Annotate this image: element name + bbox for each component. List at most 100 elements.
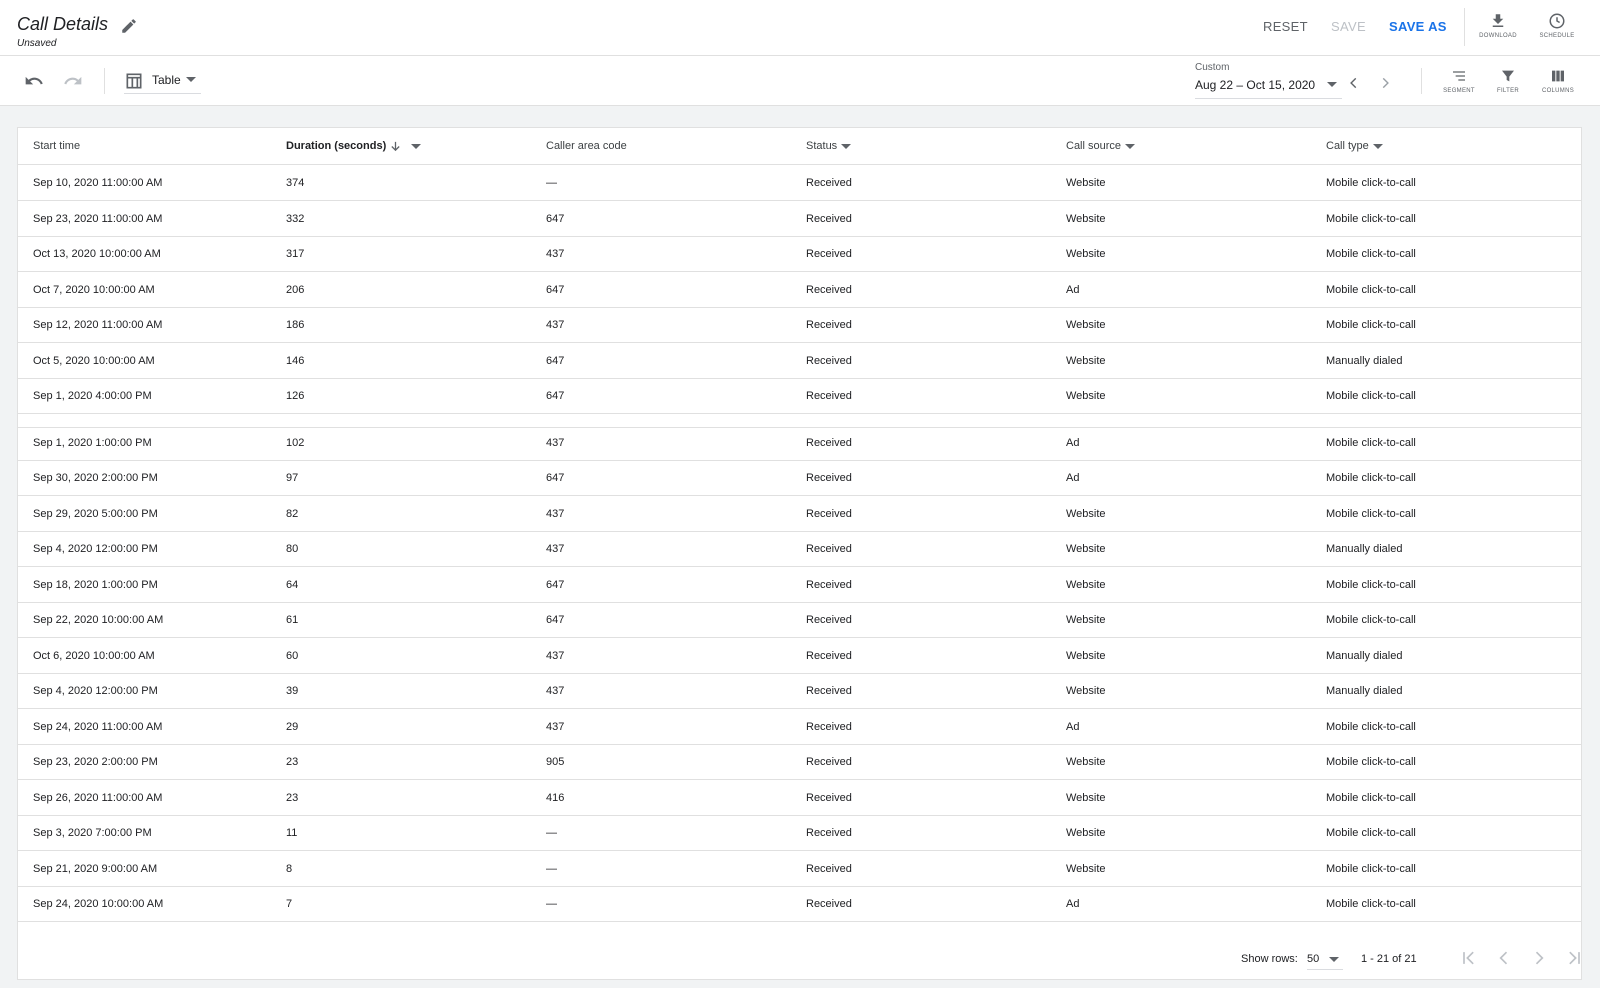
table-row[interactable]: Oct 5, 2020 10:00:00 AM 146 647 Received Web… bbox=[18, 343, 1581, 379]
cell-duration: 186 bbox=[286, 319, 305, 331]
cell-call-source: Website bbox=[1066, 578, 1106, 591]
cell-status: Received bbox=[806, 827, 852, 839]
next-period-icon[interactable] bbox=[1378, 76, 1392, 90]
filter-button[interactable]: FILTER bbox=[1483, 68, 1533, 94]
segment-icon bbox=[1453, 71, 1465, 81]
chevron-down-icon bbox=[186, 77, 196, 82]
schedule-button[interactable]: SCHEDULE bbox=[1527, 12, 1587, 39]
segment-label: SEGMENT bbox=[1443, 88, 1475, 94]
cell-status: Received bbox=[806, 720, 852, 733]
cell-start-time: Sep 23, 2020 11:00:00 AM bbox=[33, 212, 163, 225]
table-row[interactable]: Sep 12, 2020 11:00:00 AM 186 437 Received We… bbox=[18, 307, 1581, 343]
date-range-label: Custom bbox=[1195, 62, 1230, 73]
cell-duration: 29 bbox=[286, 720, 299, 733]
table-row[interactable]: Oct 7, 2020 10:00:00 AM 206 647 Received Ad M… bbox=[18, 272, 1581, 308]
cell-start-time: Sep 10, 2020 11:00:00 AM bbox=[33, 177, 163, 189]
first-page-icon[interactable] bbox=[1459, 948, 1479, 968]
header-divider bbox=[1464, 8, 1465, 46]
cell-duration: 97 bbox=[286, 472, 299, 484]
cell-call-source: Website bbox=[1066, 685, 1106, 697]
cell-call-type: Mobile click-to-call bbox=[1326, 898, 1416, 910]
edit-pencil-icon[interactable] bbox=[120, 17, 138, 35]
rows-per-page-select[interactable]: 50 bbox=[1307, 948, 1343, 970]
table-row[interactable]: Sep 18, 2020 1:00:00 PM 64 647 Received Webs… bbox=[18, 567, 1581, 603]
table-row[interactable]: Oct 13, 2020 10:00:00 AM 317 437 Received We… bbox=[18, 236, 1581, 272]
column-header-duration[interactable]: Duration (seconds) bbox=[286, 140, 422, 152]
table-row[interactable]: Sep 21, 2020 9:00:00 AM 8 — Received Website… bbox=[18, 851, 1581, 887]
table-row[interactable]: Sep 30, 2020 2:00:00 PM 97 647 Received Ad Mo… bbox=[18, 460, 1581, 496]
columns-label: COLUMNS bbox=[1541, 88, 1575, 94]
cell-caller-area-code: 647 bbox=[546, 614, 565, 626]
table-row[interactable]: Oct 6, 2020 10:00:00 AM 60 437 Received Webs… bbox=[18, 638, 1581, 674]
chevron-down-icon bbox=[1372, 143, 1383, 149]
view-type-select[interactable]: Table bbox=[124, 68, 201, 94]
reset-button[interactable]: RESET bbox=[1263, 19, 1308, 34]
cell-call-type: Manually dialed bbox=[1326, 685, 1403, 697]
save-status: Unsaved bbox=[17, 38, 57, 49]
download-label: DOWNLOAD bbox=[1479, 33, 1517, 39]
cell-call-source: Website bbox=[1066, 390, 1106, 402]
rows-per-page-value: 50 bbox=[1307, 953, 1320, 965]
column-header-call-source[interactable]: Call source bbox=[1066, 140, 1136, 152]
cell-call-source: Website bbox=[1066, 827, 1106, 839]
cell-call-type: Mobile click-to-call bbox=[1326, 827, 1416, 839]
column-header-status[interactable]: Status bbox=[806, 140, 852, 152]
table-row[interactable]: Sep 3, 2020 7:00:00 PM 11 — Received Website… bbox=[18, 815, 1581, 851]
columns-button[interactable]: COLUMNS bbox=[1533, 68, 1583, 94]
save-button[interactable]: SAVE bbox=[1331, 19, 1366, 34]
table-row[interactable]: Sep 24, 2020 11:00:00 AM 29 437 Received Ad M… bbox=[18, 709, 1581, 745]
table-row[interactable]: Sep 4, 2020 12:00:00 PM 39 437 Received Webs… bbox=[18, 673, 1581, 709]
table-row[interactable]: Sep 10, 2020 11:00:00 AM 374 — Received Webs… bbox=[18, 165, 1581, 201]
table-row[interactable]: Sep 26, 2020 11:00:00 AM 23 416 Received Web… bbox=[18, 780, 1581, 816]
table-row[interactable]: Sep 1, 2020 4:00:00 PM 126 647 Received Webs… bbox=[18, 378, 1581, 414]
cell-call-type: Mobile click-to-call bbox=[1326, 177, 1416, 189]
cell-status: Received bbox=[806, 649, 852, 662]
table-row[interactable]: Sep 29, 2020 5:00:00 PM 82 437 Received Webs… bbox=[18, 496, 1581, 532]
cell-start-time: Sep 26, 2020 11:00:00 AM bbox=[33, 791, 163, 804]
table-row[interactable]: Sep 4, 2020 12:00:00 PM 80 437 Received Webs… bbox=[18, 531, 1581, 567]
redo-icon[interactable] bbox=[63, 71, 83, 91]
cell-call-source: Ad bbox=[1066, 898, 1080, 910]
cell-duration: 39 bbox=[286, 685, 299, 697]
download-button[interactable]: DOWNLOAD bbox=[1468, 12, 1528, 39]
cell-duration: 102 bbox=[286, 436, 305, 449]
cell-caller-area-code: 437 bbox=[546, 248, 565, 260]
previous-page-icon[interactable] bbox=[1494, 948, 1514, 968]
table-header: Start time Duration (seconds) Caller are… bbox=[18, 128, 1581, 165]
cell-caller-area-code: 437 bbox=[546, 720, 565, 733]
cell-call-type: Mobile click-to-call bbox=[1326, 212, 1416, 225]
column-header-caller-area-code[interactable]: Caller area code bbox=[546, 140, 627, 152]
last-page-icon[interactable] bbox=[1564, 948, 1584, 968]
cell-start-time: Sep 3, 2020 7:00:00 PM bbox=[33, 827, 152, 839]
next-page-icon[interactable] bbox=[1529, 948, 1549, 968]
column-header-call-type[interactable]: Call type bbox=[1326, 140, 1383, 152]
cell-status: Received bbox=[806, 507, 852, 520]
column-header-start-time[interactable]: Start time bbox=[33, 140, 80, 152]
clock-icon bbox=[1549, 13, 1565, 29]
cell-status: Received bbox=[806, 212, 852, 225]
table-row[interactable]: Sep 24, 2020 10:00:00 AM 7 — Received Ad Mobi… bbox=[18, 886, 1581, 922]
cell-start-time: Oct 5, 2020 10:00:00 AM bbox=[33, 354, 155, 367]
cell-duration: 332 bbox=[286, 212, 305, 225]
table-row[interactable]: Sep 1, 2020 1:00:00 PM 102 437 Received Ad Mo… bbox=[18, 425, 1581, 461]
cell-start-time: Sep 22, 2020 10:00:00 AM bbox=[33, 614, 164, 626]
cell-duration: 23 bbox=[286, 756, 299, 768]
cell-status: Received bbox=[806, 614, 852, 626]
cell-caller-area-code: 647 bbox=[546, 212, 565, 225]
cell-duration: 7 bbox=[286, 898, 293, 910]
date-range-select[interactable]: Custom Aug 22 – Oct 15, 2020 bbox=[1195, 61, 1342, 99]
cell-start-time: Sep 23, 2020 2:00:00 PM bbox=[33, 756, 158, 768]
table-row[interactable]: Sep 23, 2020 11:00:00 AM 332 647 Received We… bbox=[18, 201, 1581, 237]
cell-status: Received bbox=[806, 354, 852, 367]
previous-period-icon[interactable] bbox=[1347, 76, 1361, 90]
cell-call-source: Website bbox=[1066, 862, 1106, 875]
segment-button[interactable]: SEGMENT bbox=[1434, 68, 1484, 94]
table-row[interactable]: Sep 22, 2020 10:00:00 AM 61 647 Received Web… bbox=[18, 602, 1581, 638]
cell-caller-area-code: — bbox=[546, 177, 557, 189]
cell-caller-area-code: 647 bbox=[546, 472, 565, 484]
filter-label: FILTER bbox=[1496, 88, 1520, 94]
table-row[interactable]: Sep 23, 2020 2:00:00 PM 23 905 Received Webs… bbox=[18, 744, 1581, 780]
cell-call-source: Website bbox=[1066, 507, 1106, 520]
undo-icon[interactable] bbox=[24, 71, 44, 91]
save-as-button[interactable]: SAVE AS bbox=[1389, 19, 1447, 34]
